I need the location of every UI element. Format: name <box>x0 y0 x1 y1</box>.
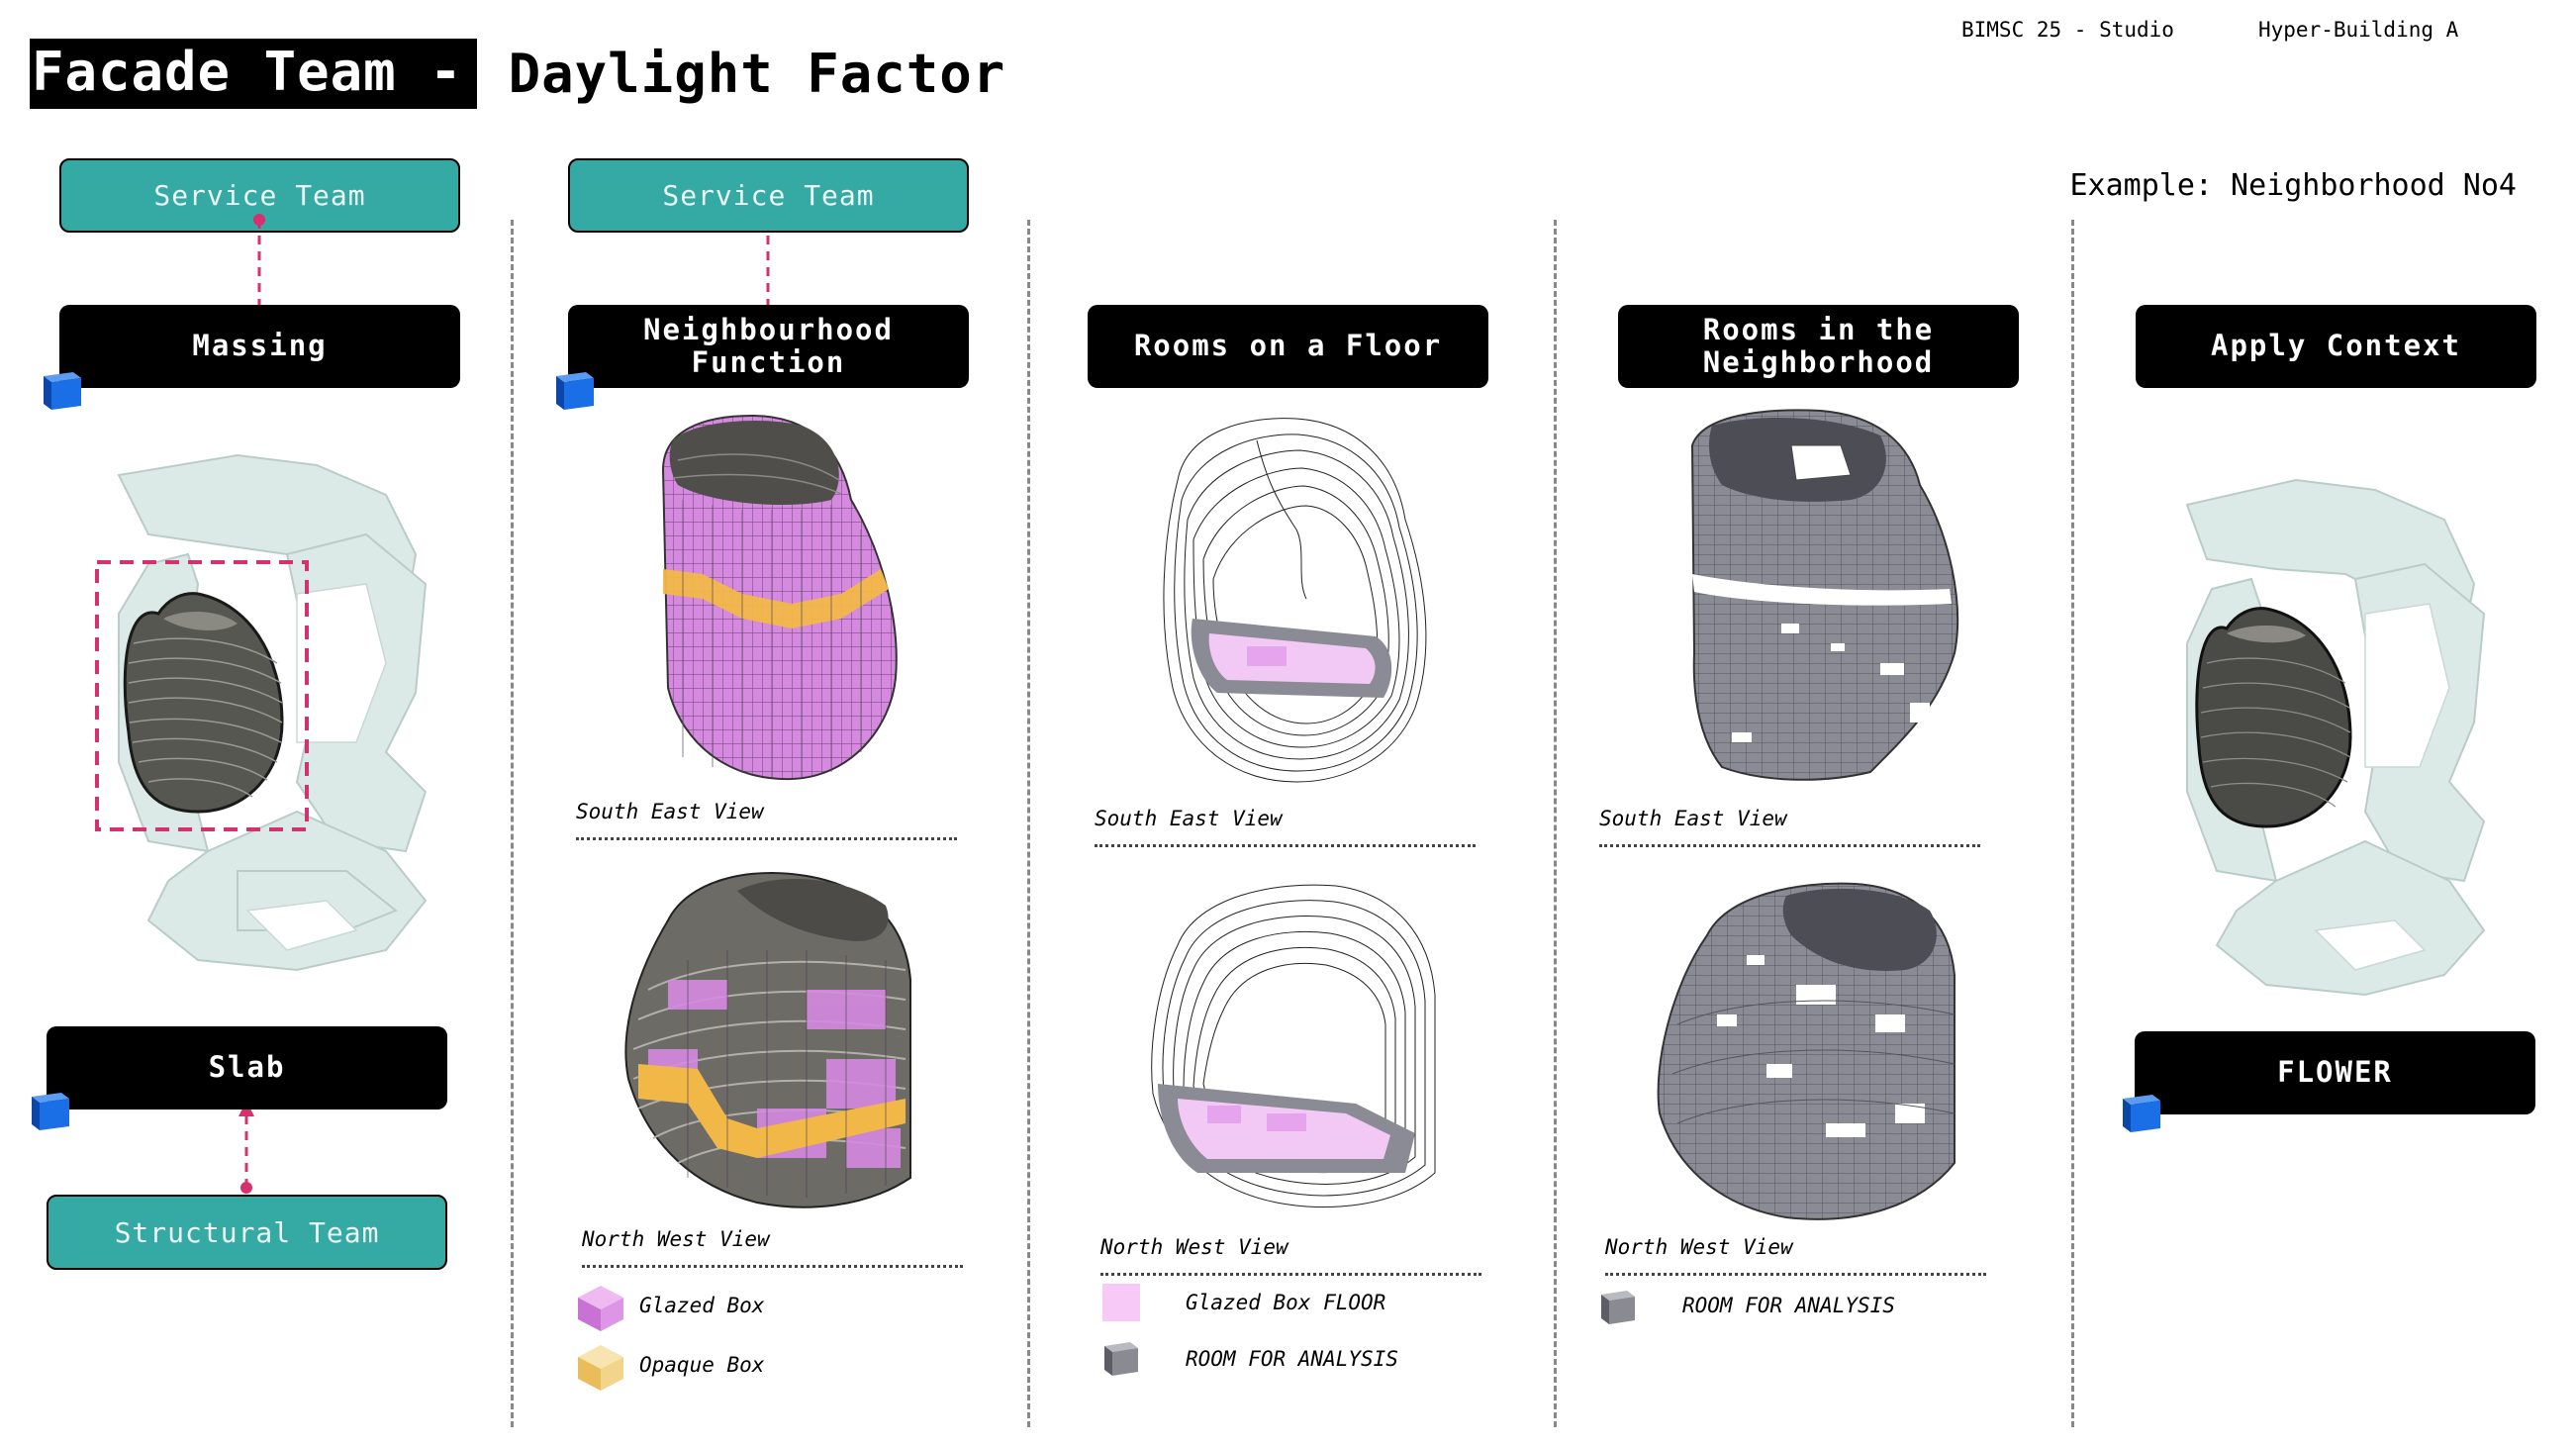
cube-icon <box>2123 1095 2160 1132</box>
room-for-analysis-icon <box>1104 1342 1138 1376</box>
legend-label: Glazed Box FLOOR <box>1186 1291 1386 1314</box>
view-label: South East View <box>576 800 764 823</box>
flower-box[interactable]: FLOWER <box>2135 1031 2535 1114</box>
opaque-box-icon <box>578 1345 623 1391</box>
room-for-analysis-icon <box>1601 1291 1635 1324</box>
service-team-box[interactable]: Service Team <box>568 158 969 233</box>
legend-label: Opaque Box <box>639 1353 765 1377</box>
context-illustration <box>2185 478 2486 997</box>
structural-team-box[interactable]: Structural Team <box>47 1195 447 1270</box>
rooms-neighborhood-southeast-illustration <box>1690 409 1959 781</box>
dotted-divider <box>1095 844 1476 847</box>
dotted-divider <box>1100 1273 1481 1276</box>
dotted-divider <box>576 837 957 840</box>
dotted-divider <box>1605 1273 1986 1276</box>
cube-icon <box>44 372 81 410</box>
rooms-on-floor-box[interactable]: Rooms on a Floor <box>1088 305 1488 388</box>
view-label: North West View <box>582 1227 770 1251</box>
cube-icon <box>556 372 594 410</box>
slab-box[interactable]: Slab <box>47 1026 447 1110</box>
neighbourhood-function-box[interactable]: Neighbourhood Function <box>568 305 969 388</box>
legend-label: ROOM FOR ANALYSIS <box>1682 1294 1895 1317</box>
view-label: South East View <box>1599 807 1787 830</box>
massing-box[interactable]: Massing <box>59 305 460 388</box>
dotted-divider <box>582 1265 963 1268</box>
glazed-box-icon <box>578 1286 623 1331</box>
function-northwest-illustration <box>624 872 911 1208</box>
rooms-in-neighborhood-box[interactable]: Rooms in the Neighborhood <box>1618 305 2019 388</box>
function-southeast-illustration <box>661 414 898 781</box>
view-label: North West View <box>1605 1235 1793 1259</box>
rooms-neighborhood-northwest-illustration <box>1657 882 1956 1220</box>
dotted-divider <box>1599 844 1980 847</box>
apply-context-box[interactable]: Apply Context <box>2136 305 2536 388</box>
view-label: South East View <box>1095 807 1283 830</box>
legend-label: Glazed Box <box>639 1294 765 1317</box>
massing-illustration <box>95 453 428 972</box>
legend-label: ROOM FOR ANALYSIS <box>1186 1347 1398 1371</box>
cube-icon <box>32 1093 69 1130</box>
rooms-floor-southeast-illustration <box>1163 418 1427 783</box>
glazed-box-floor-swatch <box>1102 1284 1140 1321</box>
rooms-floor-northwest-illustration <box>1151 884 1436 1208</box>
view-label: North West View <box>1100 1235 1288 1259</box>
